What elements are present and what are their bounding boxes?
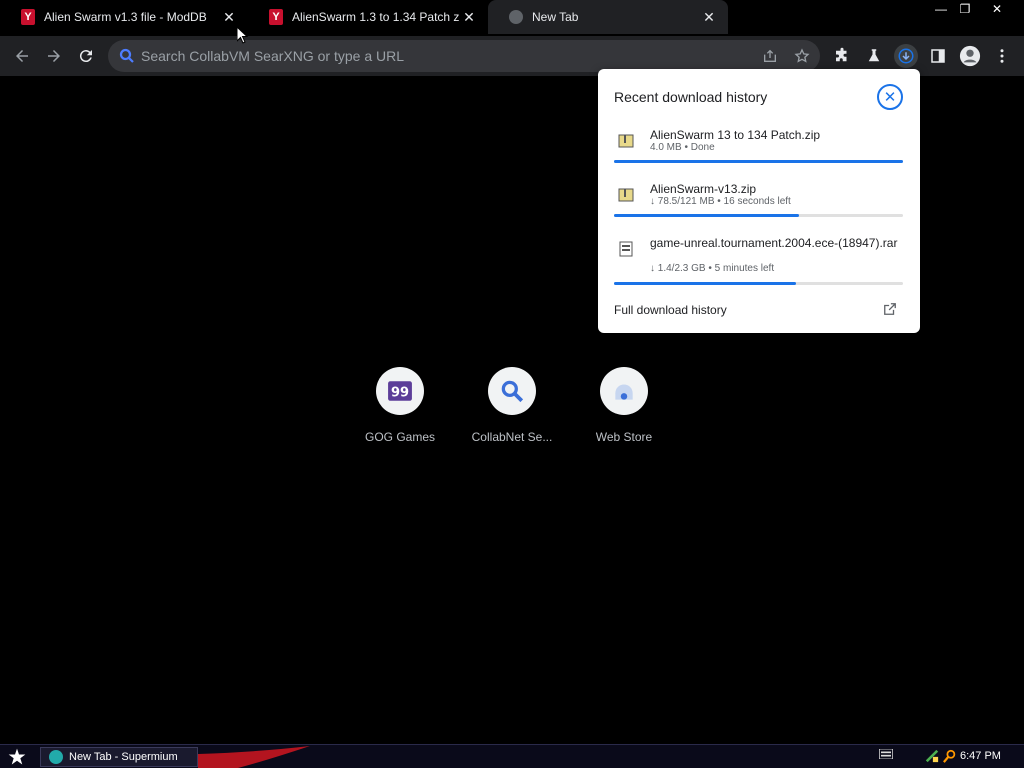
- full-download-history-link[interactable]: Full download history: [614, 303, 727, 317]
- tab-new-tab[interactable]: New Tab ✕: [488, 0, 728, 34]
- search-icon: [119, 48, 134, 63]
- download-bubble: Recent download history ✕ AlienSwarm 13 …: [598, 69, 920, 333]
- zip-file-icon: [618, 188, 634, 202]
- back-button[interactable]: [8, 42, 36, 70]
- shortcut-label: Web Store: [595, 430, 653, 444]
- network-icon[interactable]: [924, 749, 940, 763]
- download-status: ↓ 78.5/121 MB • 16 seconds left: [650, 196, 791, 207]
- taskbar-item-supermium[interactable]: New Tab - Supermium: [40, 747, 198, 767]
- shortcut-gog-games[interactable]: 99 GOG Games: [344, 367, 456, 457]
- close-icon[interactable]: ✕: [877, 84, 903, 110]
- omnibox[interactable]: [108, 40, 820, 72]
- download-filename: game-unreal.tournament.2004.ece-(18947).…: [650, 236, 898, 250]
- mouse-cursor-icon: [237, 27, 249, 44]
- tab-title: New Tab: [532, 10, 579, 24]
- close-tab-icon[interactable]: ✕: [220, 8, 238, 26]
- download-item[interactable]: game-unreal.tournament.2004.ece-(18947).…: [614, 237, 904, 287]
- close-window-button[interactable]: ✕: [984, 0, 1010, 18]
- svg-text:99: 99: [391, 385, 409, 400]
- tab-strip: Y Alien Swarm v1.3 file - ModDB ✕ Y Alie…: [0, 0, 1024, 36]
- side-panel-icon[interactable]: [926, 44, 950, 68]
- tab-title: Alien Swarm v1.3 file - ModDB: [44, 10, 207, 24]
- tab-title: AlienSwarm 1.3 to 1.34 Patch zip file: [292, 10, 460, 24]
- taskbar-item-label: New Tab - Supermium: [69, 751, 178, 763]
- shortcut-collabnet-search[interactable]: CollabNet Se...: [456, 367, 568, 457]
- shortcut-label: GOG Games: [364, 430, 435, 444]
- download-filename: AlienSwarm-v13.zip: [650, 182, 757, 196]
- archive-file-icon: [619, 241, 633, 257]
- reload-icon: [79, 50, 92, 63]
- external-link-icon[interactable]: [883, 302, 897, 316]
- shortcut-label: CollabNet Se...: [471, 430, 553, 444]
- forward-button[interactable]: [40, 42, 68, 70]
- minimize-button[interactable]: —: [928, 0, 954, 18]
- search-icon: [488, 367, 536, 415]
- profile-avatar-icon[interactable]: [958, 44, 982, 68]
- download-progress-bar: [614, 282, 903, 285]
- restore-button[interactable]: ❐: [952, 0, 978, 18]
- taskbar: New Tab - Supermium 6:47 PM: [0, 744, 1024, 768]
- download-progress-bar: [614, 214, 903, 217]
- arrow-left-icon: [16, 50, 28, 62]
- keyboard-icon[interactable]: [878, 749, 894, 759]
- address-input[interactable]: [141, 46, 741, 66]
- download-item[interactable]: AlienSwarm-v13.zip ↓ 78.5/121 MB • 16 se…: [614, 183, 904, 219]
- tab-patch-zip[interactable]: Y AlienSwarm 1.3 to 1.34 Patch zip file …: [248, 0, 488, 34]
- star-icon[interactable]: [792, 46, 812, 66]
- menu-kebab-icon[interactable]: [990, 44, 1014, 68]
- labs-flask-icon[interactable]: [862, 44, 886, 68]
- zip-file-icon: [618, 134, 634, 148]
- clock: 6:47 PM: [960, 750, 1001, 762]
- moddb-icon: Y: [20, 9, 36, 25]
- download-status: ↓ 1.4/2.3 GB • 5 minutes left: [650, 263, 775, 274]
- arrow-right-icon: [48, 50, 60, 62]
- download-status: 4.0 MB • Done: [650, 142, 715, 153]
- tab-moddb-file[interactable]: Y Alien Swarm v1.3 file - ModDB ✕: [0, 0, 248, 34]
- supermium-icon: [49, 750, 63, 764]
- moddb-icon: Y: [268, 9, 284, 25]
- shortcut-web-store[interactable]: Web Store: [568, 367, 680, 457]
- download-filename: AlienSwarm 13 to 134 Patch.zip: [650, 128, 821, 142]
- download-bubble-title: Recent download history: [614, 89, 768, 105]
- globe-icon: [508, 9, 524, 25]
- reload-button[interactable]: [72, 42, 100, 70]
- web-store-icon: [600, 367, 648, 415]
- download-item[interactable]: AlienSwarm 13 to 134 Patch.zip 4.0 MB • …: [614, 129, 904, 165]
- close-tab-icon[interactable]: ✕: [700, 8, 718, 26]
- download-progress-bar: [614, 160, 903, 163]
- start-icon[interactable]: [6, 747, 28, 767]
- share-icon[interactable]: [760, 46, 780, 66]
- close-tab-icon[interactable]: ✕: [460, 8, 478, 26]
- extensions-icon[interactable]: [830, 44, 854, 68]
- gog-icon: 99: [376, 367, 424, 415]
- download-icon[interactable]: [894, 44, 918, 68]
- decorative-swoosh: [198, 746, 310, 768]
- search-tray-icon[interactable]: [942, 749, 958, 763]
